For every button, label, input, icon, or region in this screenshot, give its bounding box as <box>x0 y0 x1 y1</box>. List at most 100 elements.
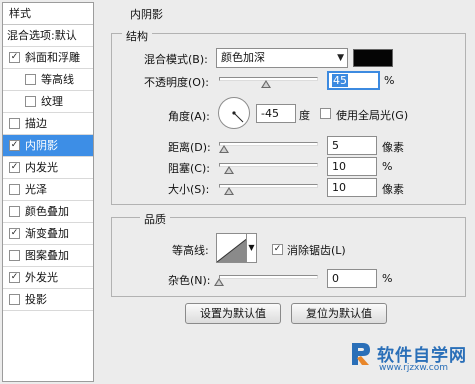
style-item-checkbox[interactable] <box>9 118 20 129</box>
distance-slider-track[interactable] <box>219 142 318 146</box>
noise-slider-thumb[interactable] <box>214 278 224 286</box>
make-default-label: 设置为默认值 <box>200 307 266 320</box>
style-item-checkbox[interactable] <box>9 294 20 305</box>
style-item[interactable]: 光泽 <box>3 179 93 201</box>
style-item-label: 等高线 <box>41 73 74 86</box>
angle-label: 角度(A): <box>168 110 210 123</box>
global-light-label[interactable]: 使用全局光(G) <box>336 107 408 123</box>
noise-unit: % <box>382 272 393 285</box>
make-default-button[interactable]: 设置为默认值 <box>185 303 281 324</box>
style-item-label: 渐变叠加 <box>25 227 69 240</box>
style-item[interactable]: 颜色叠加 <box>3 201 93 223</box>
structure-title-text: 结构 <box>126 30 148 43</box>
distance-input[interactable]: 5 <box>327 136 377 155</box>
distance-value: 5 <box>332 139 339 152</box>
watermark-url: www.rjzxw.com <box>379 363 448 373</box>
check-icon: ✓ <box>10 228 19 238</box>
styles-header-label: 样式 <box>9 7 31 20</box>
style-item-checkbox[interactable]: ✓ <box>9 52 20 63</box>
style-item[interactable]: 等高线 <box>3 69 93 91</box>
size-slider-thumb[interactable] <box>224 187 234 195</box>
style-item-label: 图案叠加 <box>25 249 69 262</box>
opacity-slider-thumb[interactable] <box>261 80 271 88</box>
style-item[interactable]: 纹理 <box>3 91 93 113</box>
blending-options-item[interactable]: 混合选项:默认 <box>3 25 93 47</box>
check-icon: ✓ <box>10 162 19 172</box>
style-item[interactable]: 描边 <box>3 113 93 135</box>
inner-shadow-title-text: 内阴影 <box>130 8 163 21</box>
style-item-label: 描边 <box>25 117 47 130</box>
check-icon: ✓ <box>10 52 19 62</box>
angle-input[interactable]: -45 <box>256 104 296 123</box>
style-item[interactable]: ✓ 渐变叠加 <box>3 223 93 245</box>
size-input[interactable]: 10 <box>327 178 377 197</box>
global-light-checkbox[interactable] <box>320 108 331 119</box>
noise-label: 杂色(N): <box>168 274 211 287</box>
check-icon: ✓ <box>10 272 19 282</box>
style-item-checkbox[interactable] <box>9 250 20 261</box>
choke-input[interactable]: 10 <box>327 157 377 176</box>
check-icon: ✓ <box>10 140 19 150</box>
styles-header[interactable]: 样式 <box>3 3 93 25</box>
blending-options-label: 混合选项:默认 <box>7 29 77 42</box>
anti-alias-label[interactable]: 消除锯齿(L) <box>287 242 346 258</box>
style-item-checkbox[interactable] <box>25 74 36 85</box>
shadow-color-swatch[interactable] <box>353 49 393 67</box>
distance-slider-thumb[interactable] <box>219 145 229 153</box>
style-item-label: 光泽 <box>25 183 47 196</box>
style-item[interactable]: 投影 <box>3 289 93 311</box>
angle-needle-icon <box>232 111 244 123</box>
choke-slider-thumb[interactable] <box>224 166 234 174</box>
contour-dropdown[interactable]: ▼ <box>246 233 257 263</box>
quality-title: 品质 <box>140 211 170 227</box>
watermark-logo-icon <box>352 343 370 365</box>
style-item-label: 投影 <box>25 293 47 306</box>
noise-value: 0 <box>332 272 339 285</box>
style-item-label: 外发光 <box>25 271 58 284</box>
style-item-checkbox[interactable]: ✓ <box>9 140 20 151</box>
size-unit: 像素 <box>382 183 404 196</box>
style-item-checkbox[interactable]: ✓ <box>9 228 20 239</box>
style-item-label: 斜面和浮雕 <box>25 51 80 64</box>
angle-unit: 度 <box>299 109 310 122</box>
inner-shadow-title: 内阴影 <box>130 6 163 22</box>
style-item-checkbox[interactable] <box>9 206 20 217</box>
style-item[interactable]: ✓ 斜面和浮雕 <box>3 47 93 69</box>
chevron-down-icon: ▼ <box>248 243 255 252</box>
style-item-checkbox[interactable] <box>25 96 36 107</box>
style-item[interactable]: ✓ 内阴影 <box>3 135 93 157</box>
reset-default-button[interactable]: 复位为默认值 <box>291 303 387 324</box>
contour-label: 等高线: <box>172 244 209 257</box>
size-value: 10 <box>332 181 346 194</box>
check-icon: ✓ <box>273 244 282 254</box>
choke-unit: % <box>382 160 393 173</box>
opacity-input[interactable]: 45 <box>327 71 380 90</box>
blend-mode-select[interactable]: 颜色加深 ▼ <box>216 48 348 68</box>
style-item[interactable]: ✓ 外发光 <box>3 267 93 289</box>
opacity-value: 45 <box>332 74 348 87</box>
styles-list-panel: 样式 混合选项:默认 ✓ 斜面和浮雕等高线纹理描边 ✓ 内阴影 ✓ 内发光光泽颜色叠加 ✓ 渐… <box>2 2 94 382</box>
choke-value: 10 <box>332 160 346 173</box>
chevron-down-icon: ▼ <box>337 53 344 63</box>
style-item-label: 颜色叠加 <box>25 205 69 218</box>
structure-title: 结构 <box>122 28 152 44</box>
anti-alias-checkbox[interactable]: ✓ <box>272 244 283 255</box>
opacity-label: 不透明度(O): <box>144 76 209 89</box>
style-item[interactable]: 图案叠加 <box>3 245 93 267</box>
noise-slider-track[interactable] <box>219 275 318 279</box>
angle-value: -45 <box>261 107 279 120</box>
blend-mode-value: 颜色加深 <box>221 51 265 64</box>
reset-default-label: 复位为默认值 <box>306 307 372 320</box>
style-item-checkbox[interactable]: ✓ <box>9 162 20 173</box>
style-item[interactable]: ✓ 内发光 <box>3 157 93 179</box>
style-item-label: 内阴影 <box>25 139 58 152</box>
blend-mode-label: 混合模式(B): <box>144 53 208 66</box>
quality-title-text: 品质 <box>144 213 166 226</box>
noise-input[interactable]: 0 <box>327 269 377 288</box>
style-item-checkbox[interactable]: ✓ <box>9 272 20 283</box>
distance-label: 距离(D): <box>168 141 211 154</box>
style-items: ✓ 斜面和浮雕等高线纹理描边 ✓ 内阴影 ✓ 内发光光泽颜色叠加 ✓ 渐变叠加图案叠加 ✓ 外发光… <box>3 47 93 311</box>
style-item-label: 纹理 <box>41 95 63 108</box>
angle-dial[interactable] <box>218 97 250 129</box>
style-item-checkbox[interactable] <box>9 184 20 195</box>
